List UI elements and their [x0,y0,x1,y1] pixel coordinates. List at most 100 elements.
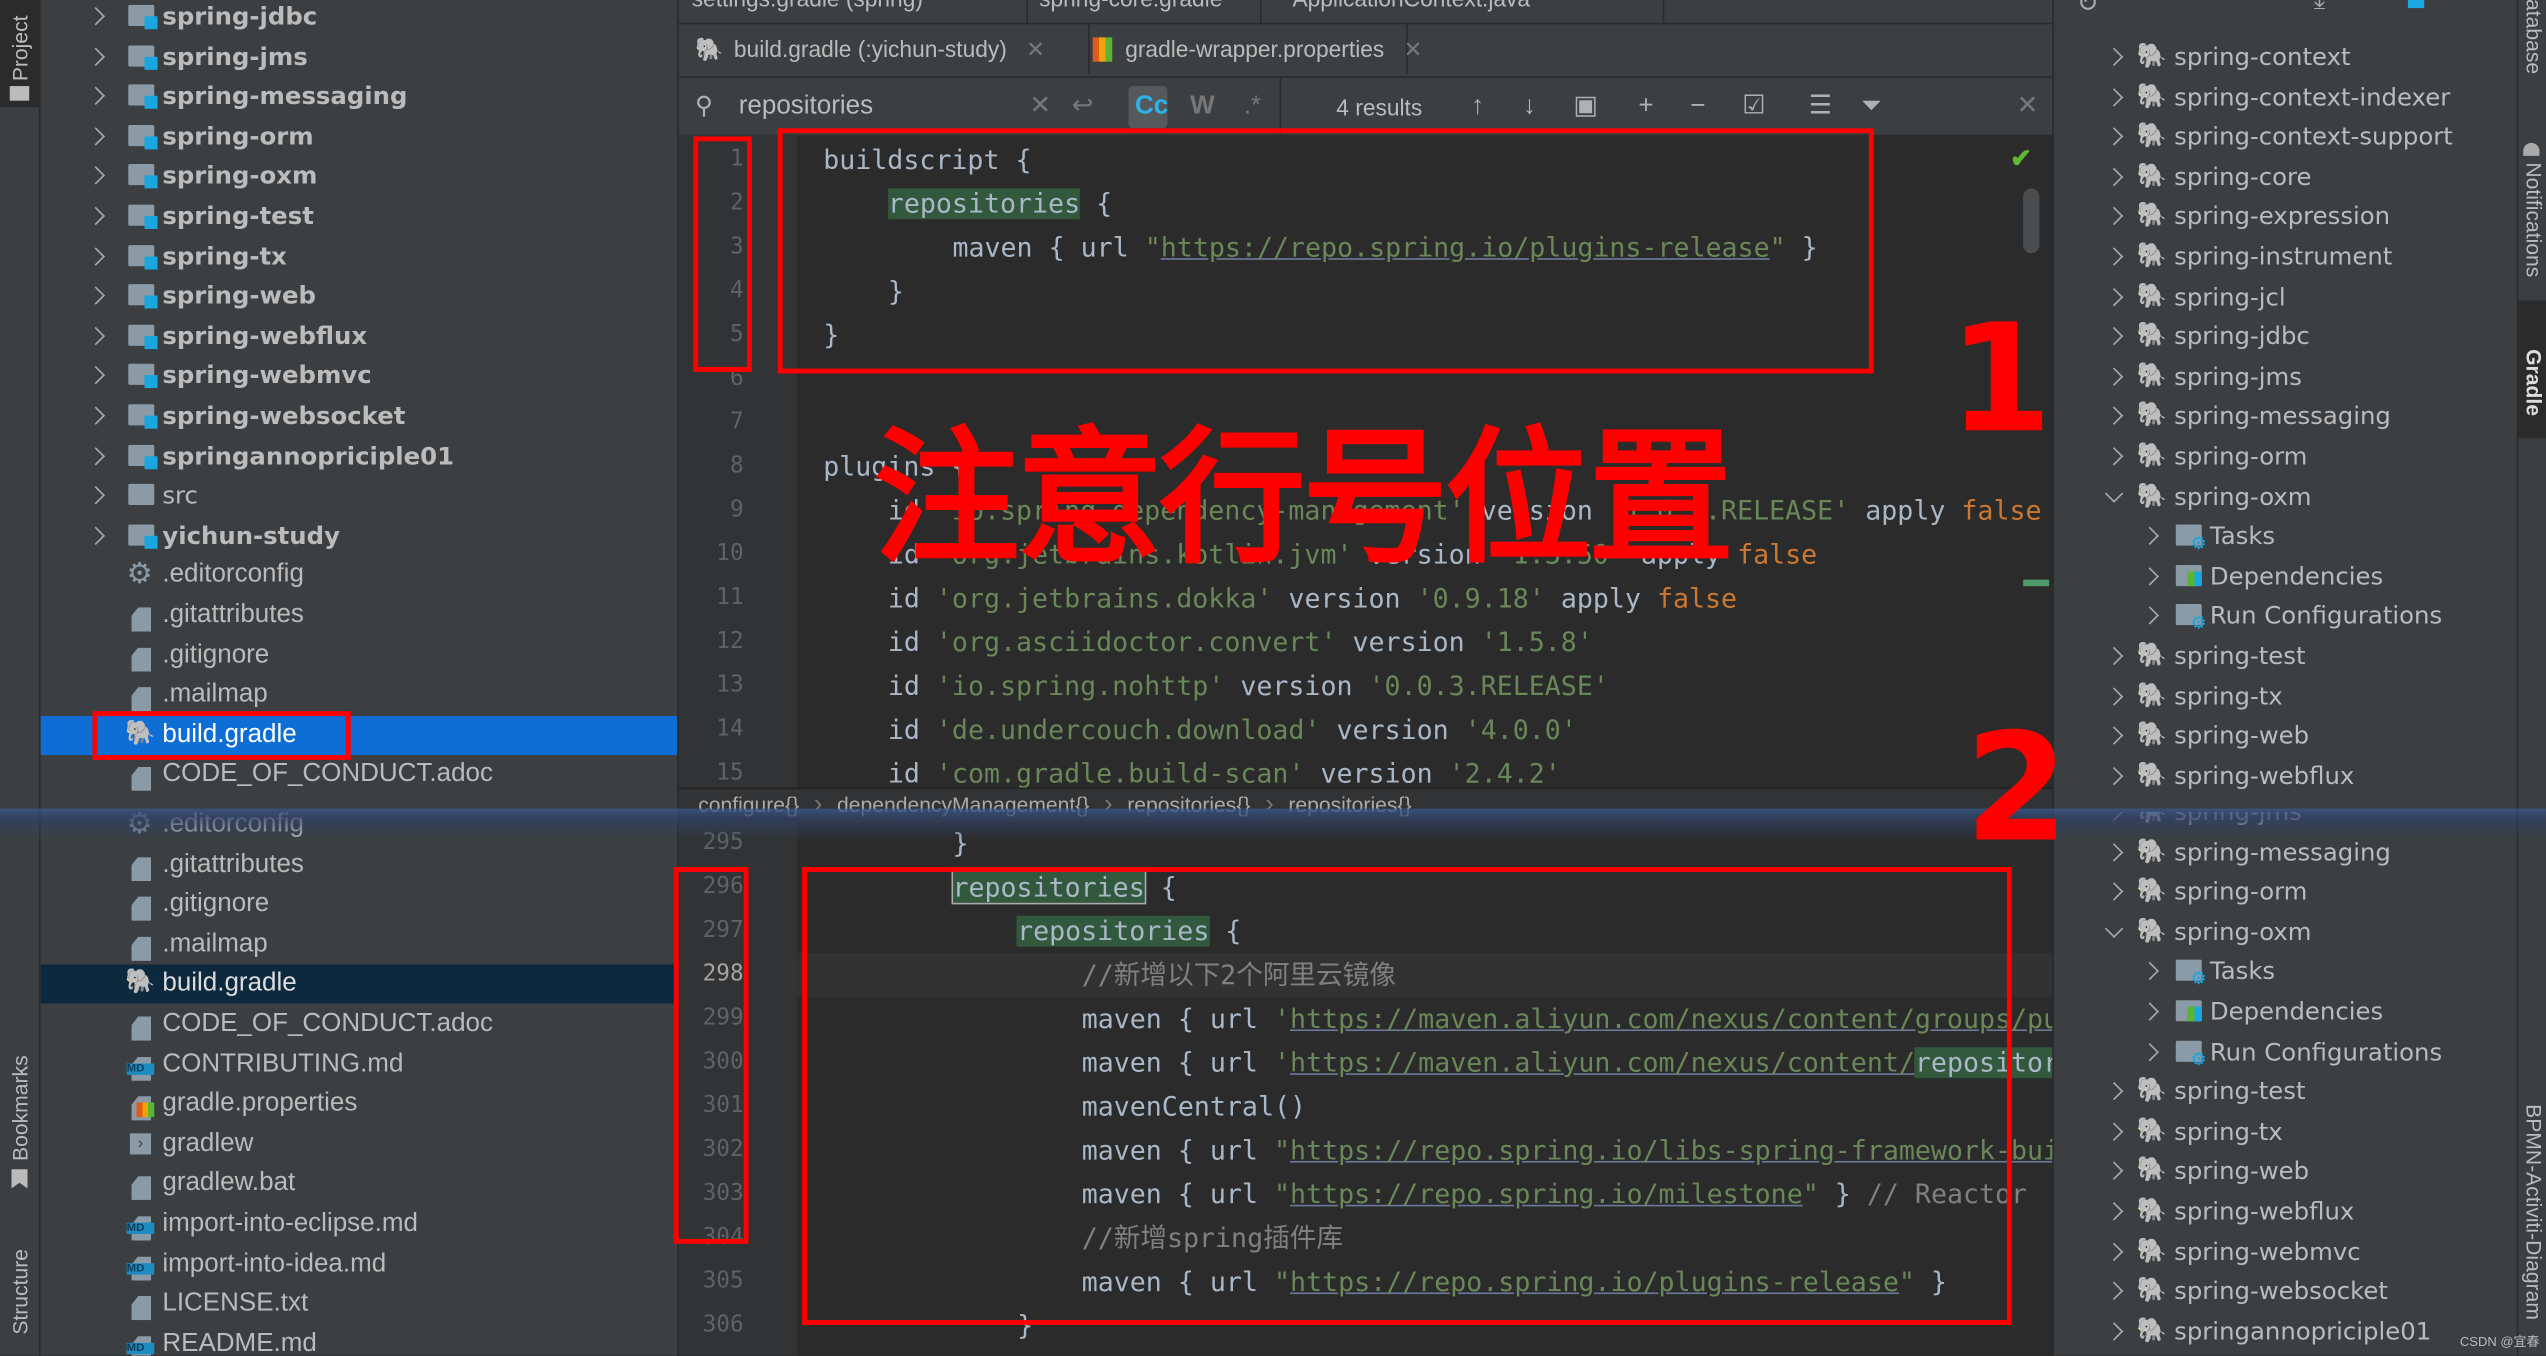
chevron-right-icon[interactable] [2104,842,2124,861]
gradle-tree-item[interactable]: 🐘 spring-core [2054,157,2517,196]
tool-notifications[interactable]: Notifications [2522,162,2546,277]
project-tree-item[interactable]: spring-webflux [41,316,677,355]
chevron-right-icon[interactable] [2104,127,2124,146]
chevron-right-icon[interactable] [2104,247,2124,266]
gradle-tree-item[interactable]: 🐘 spring-jcl [2054,277,2517,316]
gradle-tree-item[interactable]: 🐘 spring-expression [2054,197,2517,236]
chevron-right-icon[interactable] [2140,962,2159,981]
project-tree-item[interactable]: CODE_OF_CONDUCT.adoc [41,756,677,795]
gradle-tree-item[interactable]: 🐘 spring-orm [2054,437,2517,476]
tool-structure[interactable]: Structure [8,1249,32,1335]
chevron-right-icon[interactable] [2104,47,2124,67]
gradle-tree-item[interactable]: ⚙ Run Configurations [2054,1032,2517,1071]
project-tree-item[interactable]: gradlew.bat [41,1165,677,1204]
chevron-right-icon[interactable] [2140,1002,2159,1021]
project-tree-item[interactable]: LICENSE.txt [41,1285,677,1324]
project-tree-item[interactable]: .gitignore [41,885,677,924]
gradle-tree-item[interactable]: 🐘 spring-oxm [2054,912,2517,951]
gradle-tree-item[interactable]: 🐘 spring-context-support [2054,117,2517,156]
project-tree-item[interactable]: spring-orm [41,117,677,156]
chevron-right-icon[interactable] [2104,686,2124,706]
tab-settings-gradle[interactable]: settings.gradle (spring) [679,0,1028,25]
chevron-right-icon[interactable] [2104,207,2124,226]
project-tree-item[interactable]: spring-webmvc [41,356,677,395]
project-tree-item[interactable]: .gitattributes [41,596,677,635]
chevron-right-icon[interactable] [2104,646,2124,666]
breadcrumb-item[interactable]: dependencyManagement{} [837,792,1089,816]
reload-icon[interactable]: ↻ [2077,0,2099,19]
tool-database[interactable]: Database [2522,0,2546,74]
chevron-right-icon[interactable] [2140,1042,2159,1061]
tool-gradle[interactable]: Gradle [2522,349,2546,416]
project-tree-item[interactable]: gradle.properties [41,1085,677,1124]
chevron-right-icon[interactable] [2104,407,2124,426]
chevron-right-icon[interactable] [2104,726,2124,746]
chevron-down-icon[interactable] [2104,483,2124,503]
chevron-right-icon[interactable] [2104,811,2124,822]
project-tree-item[interactable]: ⚙ .editorconfig [41,556,677,595]
project-tree-item[interactable]: 🐘 build.gradle [40,965,678,1005]
gradle-tree-item[interactable]: Dependencies [2054,992,2517,1031]
group-modules-icon[interactable] [2407,0,2425,9]
project-tree-item[interactable]: spring-test [41,196,677,235]
scrollbar-thumb[interactable] [2023,188,2040,254]
project-tree-item[interactable]: CODE_OF_CONDUCT.adoc [41,1005,677,1044]
gradle-tree-item[interactable]: 🐘 spring-context-indexer [2054,77,2517,116]
chevron-right-icon[interactable] [2104,287,2124,306]
project-tree-item[interactable]: MD README.md [41,1325,677,1356]
project-tree-item[interactable]: spring-messaging [41,77,677,116]
project-tree-item[interactable]: .mailmap [41,925,677,964]
gradle-tree-item[interactable]: 🐘 spring-jdbc [2054,317,2517,356]
gradle-tree-item[interactable]: Dependencies [2054,557,2517,596]
gradle-tree-item[interactable]: 🐘 spring-messaging [2054,832,2517,871]
download-icon[interactable]: ⤓ [2314,0,2325,16]
chevron-right-icon[interactable] [2104,766,2124,785]
gradle-tree-item[interactable]: ⚙ Tasks [2054,517,2517,556]
chevron-right-icon[interactable] [86,46,105,66]
project-tree-item[interactable]: .gitignore [41,636,677,675]
project-tree-item[interactable]: spring-websocket [41,396,677,435]
chevron-right-icon[interactable] [2104,1242,2124,1261]
chevron-right-icon[interactable] [2104,447,2124,466]
chevron-right-icon[interactable] [86,246,105,266]
chevron-right-icon[interactable] [2104,1162,2124,1181]
chevron-right-icon[interactable] [2140,606,2159,626]
gradle-tree-item[interactable]: 🐘 spring-webflux [2054,1192,2517,1231]
gradle-tree-item[interactable]: 🐘 spring-test [2054,1072,2517,1111]
project-tree-item[interactable]: spring-tx [41,236,677,275]
project-tree-item[interactable]: spring-oxm [41,157,677,196]
chevron-right-icon[interactable] [2104,327,2124,346]
gradle-tree-item[interactable]: 🐘 spring-tx [2054,1112,2517,1151]
gradle-tree-item[interactable]: 🐘 springannopriciple01 [2054,1312,2517,1351]
chevron-right-icon[interactable] [2140,566,2159,586]
gradle-tree-item[interactable]: 🐘 spring-test [2054,636,2517,675]
gradle-tree-item[interactable]: 🐘 spring-tx [2054,676,2517,715]
chevron-right-icon[interactable] [2104,1281,2124,1301]
chevron-right-icon[interactable] [2104,1082,2124,1101]
chevron-right-icon[interactable] [2104,882,2124,901]
chevron-right-icon[interactable] [86,446,105,465]
project-tree-item[interactable]: .gitattributes [41,845,677,884]
tab-gradle-wrapper-properties[interactable]: gradle-wrapper.properties ✕ [1077,24,1423,75]
breadcrumb-item[interactable]: repositories{} [1127,792,1250,816]
tool-project[interactable]: Project [0,0,39,108]
tab-spring-core-gradle[interactable]: spring-core.gradle [1026,0,1262,25]
tool-bpmn-diagram[interactable]: BPMN-Activiti-Diagram [2522,1104,2546,1320]
chevron-right-icon[interactable] [86,366,105,385]
tool-bookmarks[interactable]: Bookmarks [8,1055,32,1161]
gradle-tree-item[interactable]: 🐘 spring-web [2054,716,2517,755]
project-tree-item[interactable]: spring-web [41,276,677,315]
project-tree-item[interactable]: › gradlew [41,1125,677,1164]
close-tab-icon[interactable]: ✕ [1404,36,1423,62]
chevron-right-icon[interactable] [2104,167,2124,186]
gradle-tree-item[interactable]: ⚙ Run Configurations [2054,597,2517,636]
tab-build-gradle[interactable]: 🐘 build.gradle (:yichun-study) ✕ [679,24,1090,75]
gradle-tree-item[interactable]: 🐘 spring-context [2054,37,2517,76]
chevron-right-icon[interactable] [86,206,105,226]
close-tab-icon[interactable]: ✕ [1026,36,1045,62]
gradle-tree-item[interactable]: 🐘 spring-webflux [2054,756,2517,795]
tab-application-context[interactable]: ApplicationContext.java [1260,0,1665,25]
gradle-tree-item[interactable]: ⚙ Tasks [2054,952,2517,991]
tool-project-label[interactable]: Project [8,15,32,81]
project-tree-item[interactable]: src [41,476,677,515]
